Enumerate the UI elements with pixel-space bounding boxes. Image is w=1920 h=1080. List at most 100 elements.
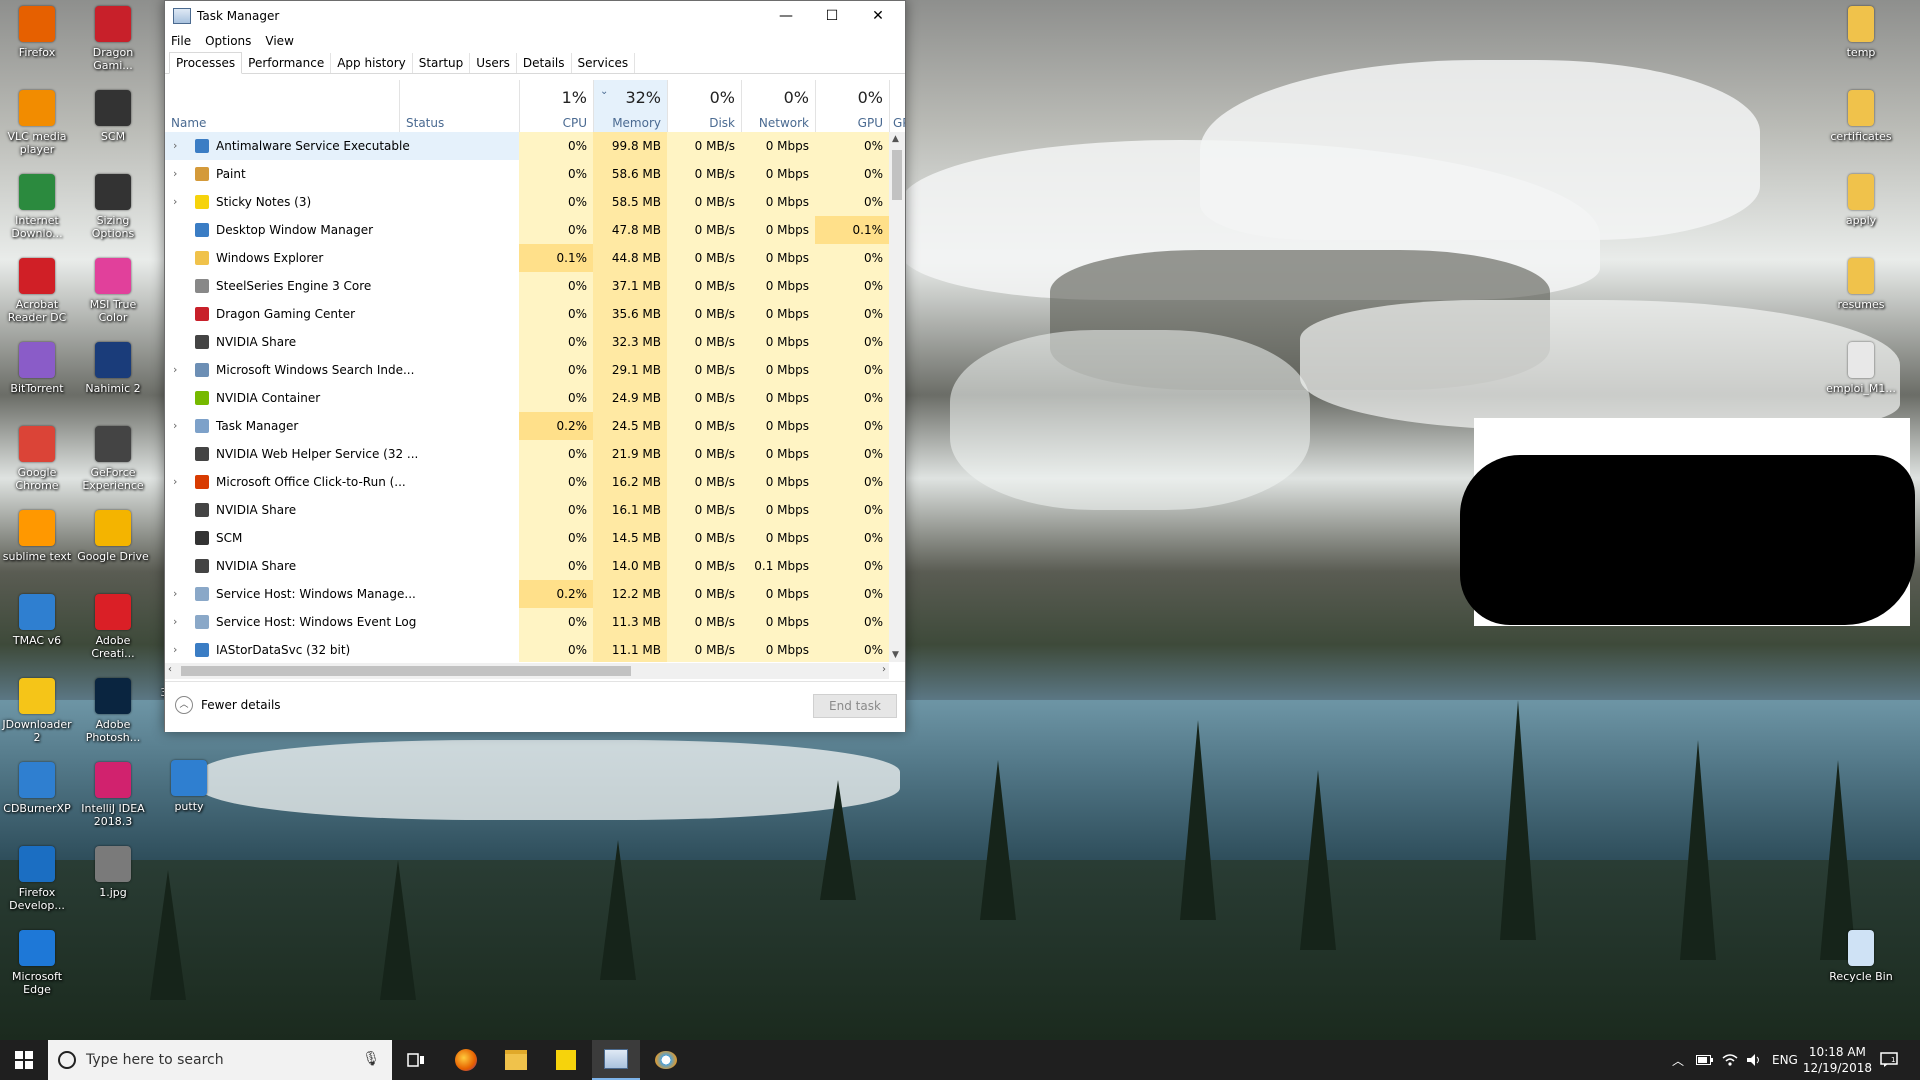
tab-processes[interactable]: Processes [169, 52, 243, 74]
process-row[interactable]: NVIDIA Container 0% 24.9 MB 0 MB/s 0 Mbps 0% [165, 384, 889, 412]
desktop-shortcut[interactable]: resumes [1824, 258, 1898, 311]
process-row[interactable]: › Microsoft Windows Search Inde... 0% 29.1 … [165, 356, 889, 384]
horizontal-scrollbar[interactable]: ‹ › [165, 663, 889, 679]
process-row[interactable]: SteelSeries Engine 3 Core 0% 37.1 MB 0 MB/s… [165, 272, 889, 300]
clock[interactable]: 10:18 AM 12/19/2018 [1803, 1044, 1872, 1076]
vertical-scrollbar[interactable]: ▲ ▼ [889, 132, 905, 662]
process-row[interactable]: › Microsoft Office Click-to-Run (... 0% 16.… [165, 468, 889, 496]
process-row[interactable]: › Task Manager 0.2% 24.5 MB 0 MB/s 0 Mbps 0% [165, 412, 889, 440]
tab-startup[interactable]: Startup [413, 53, 471, 73]
desktop-shortcut[interactable]: Dragon Gami... [76, 6, 150, 72]
desktop-shortcut[interactable]: Acrobat Reader DC [0, 258, 74, 324]
taskbar-sticky-notes[interactable] [542, 1040, 590, 1080]
desktop-shortcut[interactable]: emploi_M1... [1824, 342, 1898, 395]
desktop-shortcut[interactable]: temp [1824, 6, 1898, 59]
fewer-details-button[interactable]: ︿ Fewer details [175, 696, 281, 714]
process-row[interactable]: › IAStorDataSvc (32 bit) 0% 11.1 MB 0 MB/s 0 … [165, 636, 889, 662]
column-status[interactable]: Status [399, 80, 519, 134]
minimize-button[interactable]: — [763, 1, 809, 31]
column-disk[interactable]: 0% Disk [667, 80, 741, 134]
desktop-shortcut[interactable]: Google Chrome [0, 426, 74, 492]
process-row[interactable]: › Paint 0% 58.6 MB 0 MB/s 0 Mbps 0% [165, 160, 889, 188]
process-row[interactable]: Dragon Gaming Center 0% 35.6 MB 0 MB/s 0 Mbp… [165, 300, 889, 328]
language-indicator[interactable]: ENG [1772, 1040, 1798, 1080]
desktop-shortcut[interactable]: Sizing Options [76, 174, 150, 240]
vertical-scroll-thumb[interactable] [892, 150, 902, 200]
desktop-shortcut[interactable]: Nahimic 2 [76, 342, 150, 395]
tab-performance[interactable]: Performance [242, 53, 332, 73]
battery-icon[interactable] [1696, 1040, 1714, 1080]
search-box[interactable]: Type here to search 🎙 [48, 1040, 392, 1080]
wifi-icon[interactable] [1722, 1040, 1738, 1080]
column-cpu[interactable]: 1% CPU [519, 80, 593, 134]
taskbar-file-explorer[interactable] [492, 1040, 540, 1080]
scroll-down-icon[interactable]: ▼ [892, 650, 899, 660]
show-hidden-icons-button[interactable]: ︿ [1672, 1040, 1684, 1080]
chevron-right-icon[interactable]: › [173, 356, 177, 384]
desktop-shortcut[interactable]: putty [152, 760, 226, 813]
chevron-right-icon[interactable]: › [173, 468, 177, 496]
menu-file[interactable]: File [171, 34, 191, 48]
tab-users[interactable]: Users [470, 53, 517, 73]
desktop-shortcut[interactable]: Recycle Bin [1824, 930, 1898, 983]
start-button[interactable] [0, 1040, 48, 1080]
taskbar-firefox[interactable] [442, 1040, 490, 1080]
scroll-up-icon[interactable]: ▲ [892, 134, 899, 144]
desktop-shortcut[interactable]: Adobe Creati... [76, 594, 150, 660]
task-view-button[interactable] [392, 1040, 440, 1080]
title-bar[interactable]: Task Manager — ☐ ✕ [165, 1, 905, 31]
desktop-shortcut[interactable]: Google Drive [76, 510, 150, 563]
desktop-shortcut[interactable]: IntelliJ IDEA 2018.3 [76, 762, 150, 828]
column-network[interactable]: 0% Network [741, 80, 815, 134]
desktop-shortcut[interactable]: Firefox [0, 6, 74, 59]
microphone-icon[interactable]: 🎙 [362, 1051, 380, 1067]
process-row[interactable]: › Service Host: Windows Manage... 0.2% 12.2… [165, 580, 889, 608]
process-row[interactable]: Desktop Window Manager 0% 47.8 MB 0 MB/s 0 M… [165, 216, 889, 244]
desktop-shortcut[interactable]: apply [1824, 174, 1898, 227]
desktop-shortcut[interactable]: sublime text [0, 510, 74, 563]
desktop-shortcut[interactable]: VLC media player [0, 90, 74, 156]
end-task-button[interactable]: End task [813, 694, 897, 718]
desktop-shortcut[interactable]: TMAC v6 [0, 594, 74, 647]
horizontal-scroll-thumb[interactable] [181, 666, 631, 676]
desktop-shortcut[interactable]: 1.jpg [76, 846, 150, 899]
desktop-shortcut[interactable]: Microsoft Edge [0, 930, 74, 996]
tab-services[interactable]: Services [572, 53, 636, 73]
action-center-button[interactable]: 1 [1880, 1040, 1898, 1080]
menu-options[interactable]: Options [205, 34, 251, 48]
maximize-button[interactable]: ☐ [809, 1, 855, 31]
desktop-shortcut[interactable]: SCM [76, 90, 150, 143]
desktop-shortcut[interactable]: CDBurnerXP [0, 762, 74, 815]
taskbar-paint[interactable] [642, 1040, 690, 1080]
process-row[interactable]: SCM 0% 14.5 MB 0 MB/s 0 Mbps 0% [165, 524, 889, 552]
scroll-right-icon[interactable]: › [882, 664, 886, 675]
column-name[interactable]: Name [165, 80, 399, 134]
taskbar-task-manager[interactable] [592, 1040, 640, 1080]
chevron-right-icon[interactable]: › [173, 188, 177, 216]
volume-icon[interactable] [1746, 1040, 1762, 1080]
process-row[interactable]: NVIDIA Share 0% 32.3 MB 0 MB/s 0 Mbps 0% [165, 328, 889, 356]
process-row[interactable]: NVIDIA Share 0% 14.0 MB 0 MB/s 0.1 Mbps 0% [165, 552, 889, 580]
process-row[interactable]: › Service Host: Windows Event Log 0% 11.3 M… [165, 608, 889, 636]
process-row[interactable]: NVIDIA Share 0% 16.1 MB 0 MB/s 0 Mbps 0% [165, 496, 889, 524]
chevron-right-icon[interactable]: › [173, 132, 177, 160]
tab-details[interactable]: Details [517, 53, 572, 73]
desktop-shortcut[interactable]: Adobe Photosh... [76, 678, 150, 744]
menu-view[interactable]: View [265, 34, 293, 48]
scroll-left-icon[interactable]: ‹ [168, 664, 172, 675]
desktop-shortcut[interactable]: certificates [1824, 90, 1898, 143]
column-gpu-engine[interactable]: GP [889, 80, 905, 134]
desktop-shortcut[interactable]: JDownloader 2 [0, 678, 74, 744]
close-button[interactable]: ✕ [855, 1, 901, 31]
desktop-shortcut[interactable]: GeForce Experience [76, 426, 150, 492]
process-row[interactable]: › Sticky Notes (3) 0% 58.5 MB 0 MB/s 0 Mbps 0% [165, 188, 889, 216]
desktop-shortcut[interactable]: BitTorrent [0, 342, 74, 395]
process-row[interactable]: NVIDIA Web Helper Service (32 ... 0% 21.9 … [165, 440, 889, 468]
desktop-shortcut[interactable]: Firefox Develop... [0, 846, 74, 912]
tab-app-history[interactable]: App history [331, 53, 413, 73]
process-row[interactable]: Windows Explorer 0.1% 44.8 MB 0 MB/s 0 Mbps 0… [165, 244, 889, 272]
chevron-right-icon[interactable]: › [173, 636, 177, 662]
chevron-right-icon[interactable]: › [173, 160, 177, 188]
desktop-shortcut[interactable]: Internet Downlo... [0, 174, 74, 240]
process-row[interactable]: › Antimalware Service Executable 0% 99.8 MB… [165, 132, 889, 160]
